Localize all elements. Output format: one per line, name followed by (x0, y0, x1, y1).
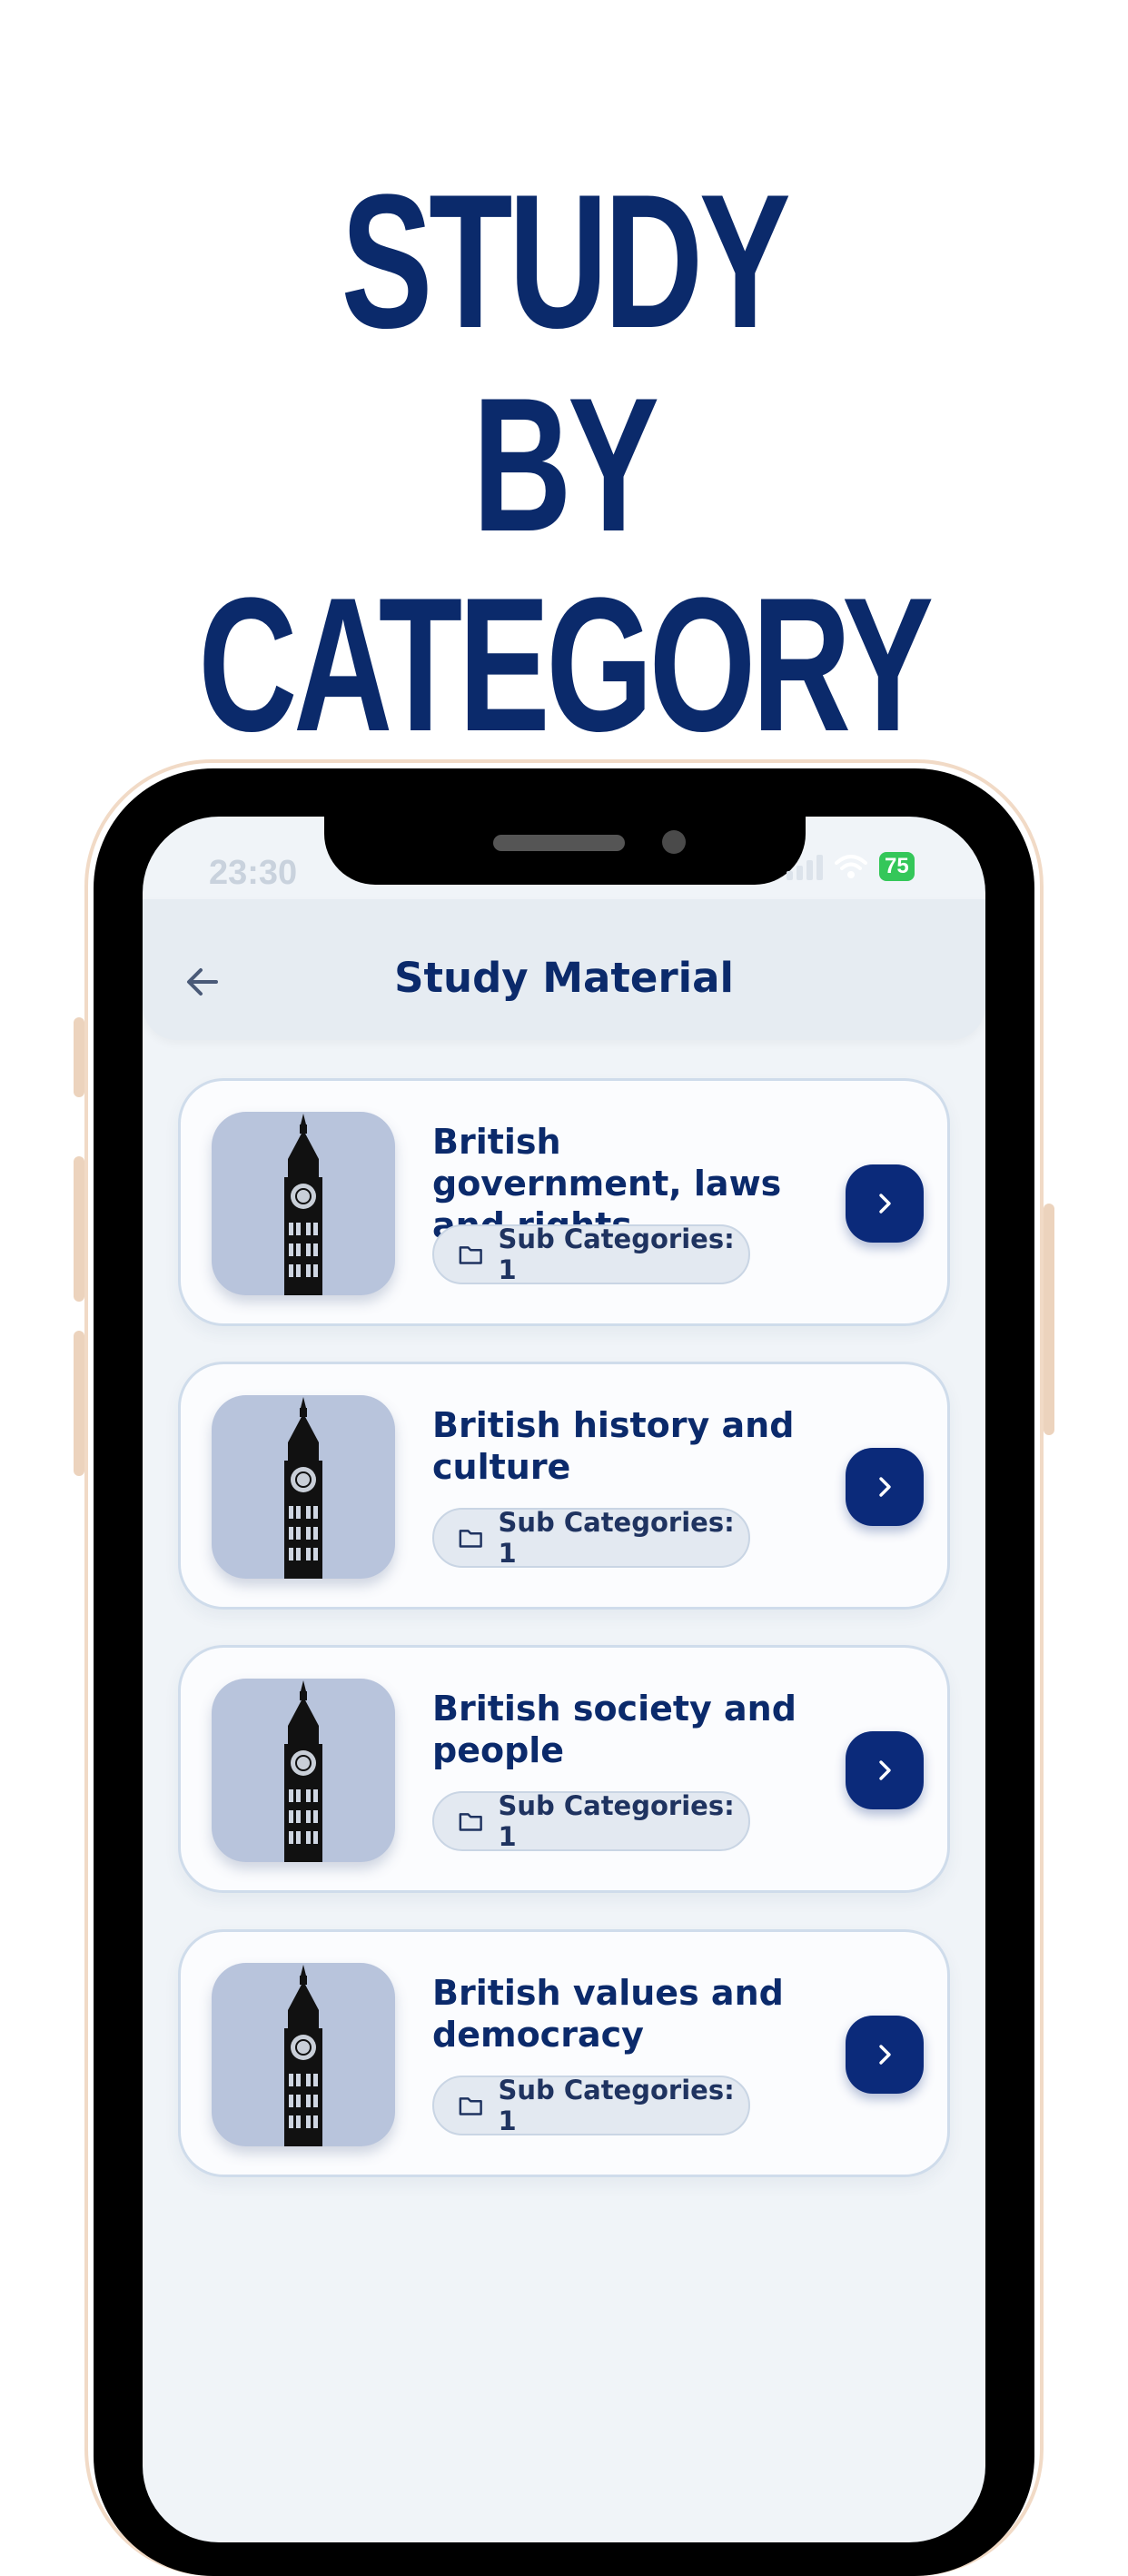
chevron-right-icon (879, 2045, 891, 2065)
cellular-signal-icon (787, 853, 823, 880)
subcategory-count: Sub Categories: 1 (498, 2075, 735, 2136)
promo-headline-line2: BY CATEGORY (198, 358, 934, 771)
folder-icon (459, 2097, 482, 2115)
big-ben-icon (284, 1114, 322, 1295)
open-category-button[interactable] (846, 1731, 924, 1809)
category-thumbnail (212, 1679, 395, 1862)
subcategory-count: Sub Categories: 1 (498, 1224, 735, 1285)
big-ben-icon (284, 1397, 322, 1579)
folder-icon (459, 1246, 482, 1264)
category-title: British values and democracy (432, 1973, 784, 2055)
phone-side-button (74, 1156, 84, 1302)
chevron-right-icon (879, 1194, 891, 1214)
subcategory-count: Sub Categories: 1 (498, 1507, 735, 1569)
category-card[interactable]: British society and people Sub Categorie… (178, 1645, 950, 1893)
page-title: Study Material (394, 954, 734, 1002)
open-category-button[interactable] (846, 1448, 924, 1526)
category-title: British society and people (432, 1689, 797, 1770)
big-ben-icon (284, 1680, 322, 1862)
folder-icon (459, 1813, 482, 1831)
phone-side-button (1044, 1204, 1054, 1435)
chevron-right-icon (879, 1760, 891, 1780)
category-card[interactable]: British history and culture Sub Categori… (178, 1362, 950, 1610)
subcategory-chip: Sub Categories: 1 (432, 1790, 750, 1852)
chevron-right-icon (879, 1477, 891, 1497)
open-category-button[interactable] (846, 1164, 924, 1243)
phone-speaker (493, 835, 625, 851)
category-thumbnail (212, 1963, 395, 2146)
subcategory-chip: Sub Categories: 1 (432, 2075, 750, 2136)
battery-indicator: 75 (879, 852, 915, 881)
category-thumbnail (212, 1112, 395, 1295)
category-card[interactable]: British government, laws and rights Sub … (178, 1078, 950, 1326)
phone-side-button (74, 1017, 84, 1097)
open-category-button[interactable] (846, 2016, 924, 2094)
category-card[interactable]: British values and democracy Sub Categor… (178, 1929, 950, 2177)
subcategory-chip: Sub Categories: 1 (432, 1507, 750, 1569)
category-thumbnail (212, 1395, 395, 1579)
phone-camera (662, 830, 686, 854)
category-title: British history and culture (432, 1405, 795, 1487)
phone-side-button (74, 1331, 84, 1476)
wifi-icon (835, 855, 867, 878)
big-ben-icon (284, 1965, 322, 2146)
folder-icon (459, 1530, 482, 1548)
promo-headline-line1: STUDY (341, 154, 791, 368)
status-indicators: 75 (787, 852, 915, 881)
subcategory-count: Sub Categories: 1 (498, 1790, 735, 1852)
status-time: 23:30 (209, 854, 298, 892)
subcategory-chip: Sub Categories: 1 (432, 1224, 750, 1285)
